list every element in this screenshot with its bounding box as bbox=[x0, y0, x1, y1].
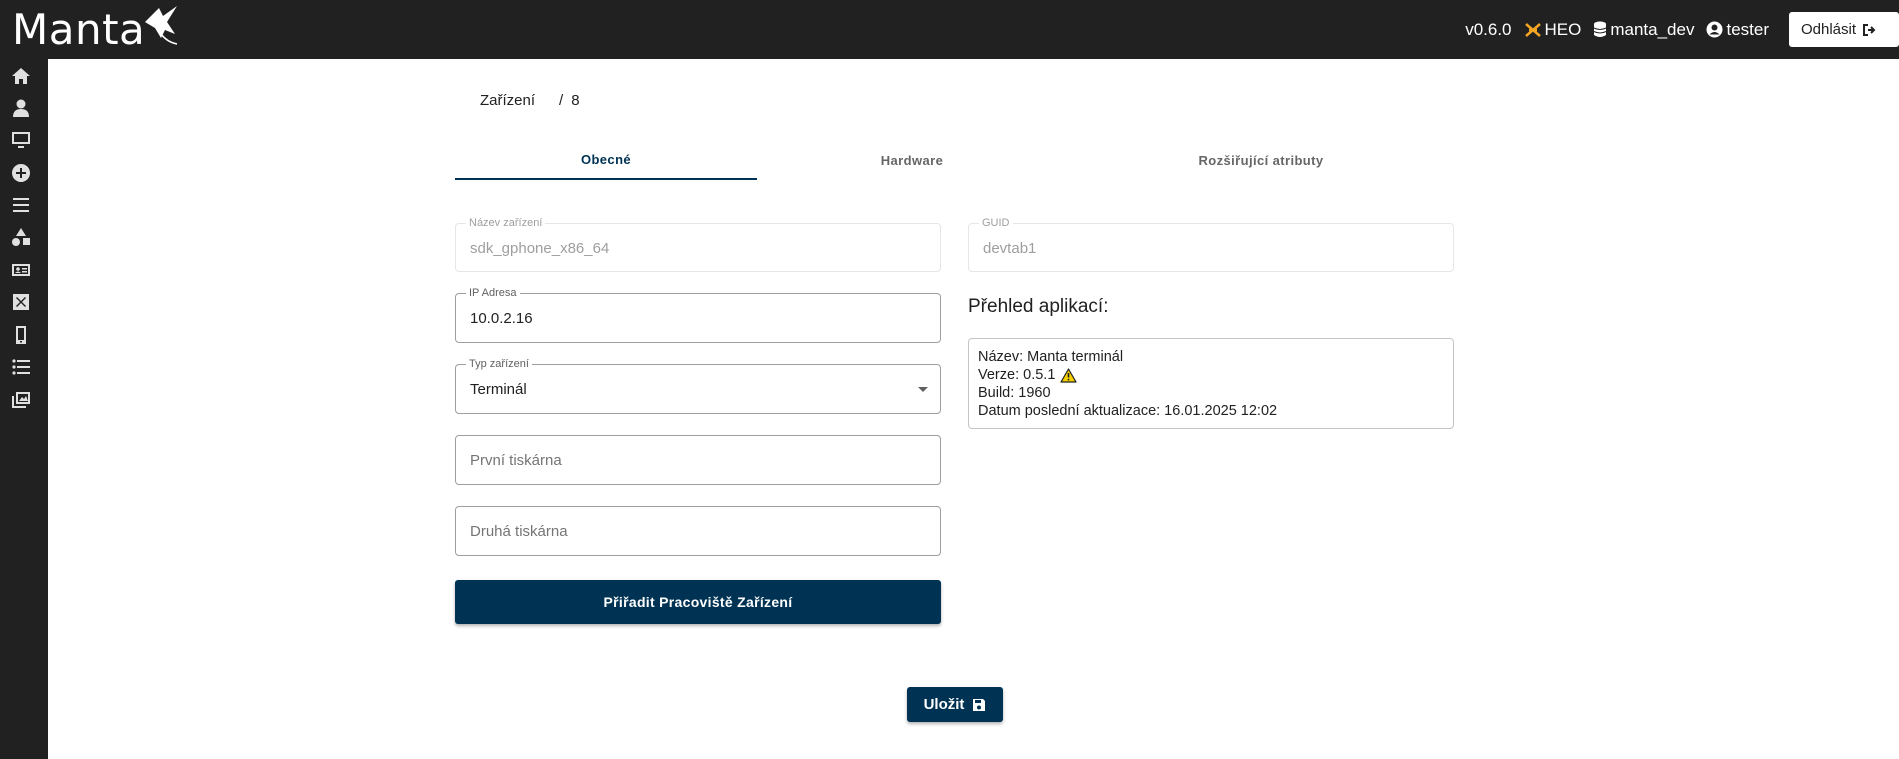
guid-label: GUID bbox=[979, 217, 1013, 229]
bullet-list-icon[interactable] bbox=[10, 356, 32, 378]
device-name-value: sdk_gphone_x86_64 bbox=[470, 240, 610, 257]
close-box-icon[interactable] bbox=[10, 291, 32, 313]
breadcrumb: Zařízení / 8 bbox=[480, 92, 580, 109]
breadcrumb-separator: / bbox=[559, 92, 564, 109]
database-icon bbox=[1594, 21, 1607, 37]
database-item[interactable]: manta_dev bbox=[1593, 20, 1694, 40]
guid-field[interactable]: GUID devtab1 bbox=[968, 217, 1454, 272]
apps-overview-heading: Přehled aplikací: bbox=[968, 296, 1109, 317]
second-printer-field[interactable]: Druhá tiskárna bbox=[455, 506, 941, 556]
apps-overview-box: Název: Manta terminál Verze: 0.5.1 Build… bbox=[968, 338, 1454, 429]
save-button[interactable]: Uložit bbox=[907, 687, 1003, 722]
logo-text: Manta bbox=[12, 4, 146, 54]
user-label: tester bbox=[1726, 19, 1769, 39]
tab-general[interactable]: Obecné bbox=[455, 140, 757, 180]
first-printer-field[interactable]: První tiskárna bbox=[455, 435, 941, 485]
shapes-icon[interactable] bbox=[10, 226, 32, 248]
first-printer-placeholder: První tiskárna bbox=[470, 452, 562, 469]
company-logo-icon bbox=[1524, 22, 1541, 37]
database-label: manta_dev bbox=[1610, 19, 1695, 39]
company-item[interactable]: HEO bbox=[1524, 19, 1582, 40]
tab-extended-attributes[interactable]: Rozšiřující atributy bbox=[1067, 140, 1455, 180]
app-version-line: Verze: 0.5.1 bbox=[978, 367, 1056, 383]
save-label: Uložit bbox=[923, 696, 965, 713]
app-version-row: Verze: 0.5.1 bbox=[978, 366, 1444, 384]
add-circle-icon[interactable] bbox=[10, 162, 32, 184]
dropdown-caret-icon bbox=[918, 387, 928, 392]
top-right-info: v0.6.0 HEO manta_dev tester Odhlásit bbox=[1465, 0, 1899, 59]
ip-address-value: 10.0.2.16 bbox=[470, 310, 533, 327]
device-type-value: Terminál bbox=[470, 381, 527, 398]
user-item[interactable]: tester bbox=[1706, 20, 1769, 40]
ip-address-field[interactable]: IP Adresa 10.0.2.16 bbox=[455, 287, 941, 343]
logout-button[interactable]: Odhlásit bbox=[1789, 12, 1899, 47]
warning-icon bbox=[1060, 367, 1077, 383]
app-name-line: Název: Manta terminál bbox=[978, 349, 1124, 365]
tab-hardware[interactable]: Hardware bbox=[757, 140, 1067, 180]
device-name-label: Název zařízení bbox=[466, 217, 546, 229]
home-icon[interactable] bbox=[10, 65, 32, 87]
device-type-label: Typ zařízení bbox=[466, 358, 532, 370]
device-type-select[interactable]: Typ zařízení Terminál bbox=[455, 358, 941, 414]
version-label: v0.6.0 bbox=[1465, 19, 1512, 39]
menu-list-icon[interactable] bbox=[10, 194, 32, 216]
user-icon[interactable] bbox=[10, 97, 32, 119]
logout-icon bbox=[1863, 23, 1876, 36]
guid-value: devtab1 bbox=[983, 240, 1037, 257]
app-logo[interactable]: Manta bbox=[12, 4, 181, 54]
breadcrumb-current: 8 bbox=[571, 92, 580, 109]
monitor-icon[interactable] bbox=[10, 129, 32, 151]
device-name-field[interactable]: Název zařízení sdk_gphone_x86_64 bbox=[455, 217, 941, 272]
user-circle-icon bbox=[1706, 21, 1723, 38]
tab-bar: Obecné Hardware Rozšiřující atributy bbox=[455, 140, 1455, 180]
app-updated-line: Datum poslední aktualizace: 16.01.2025 1… bbox=[978, 403, 1278, 419]
app-build-line: Build: 1960 bbox=[978, 385, 1051, 401]
photo-library-icon[interactable] bbox=[10, 389, 32, 411]
top-bar: Manta v0.6.0 HEO manta_dev tester Odhlás… bbox=[0, 0, 1899, 59]
manta-ray-icon bbox=[145, 6, 178, 45]
save-icon bbox=[973, 698, 986, 711]
mobile-device-icon[interactable] bbox=[10, 324, 32, 346]
id-card-icon[interactable] bbox=[10, 259, 32, 281]
assign-workplace-button[interactable]: Přiřadit Pracoviště Zařízení bbox=[455, 580, 941, 624]
company-label: HEO bbox=[1544, 19, 1582, 39]
ip-address-label: IP Adresa bbox=[466, 287, 520, 299]
logout-label: Odhlásit bbox=[1801, 21, 1857, 38]
sidebar bbox=[0, 59, 48, 759]
breadcrumb-devices-link[interactable]: Zařízení bbox=[480, 92, 535, 109]
second-printer-placeholder: Druhá tiskárna bbox=[470, 523, 568, 540]
